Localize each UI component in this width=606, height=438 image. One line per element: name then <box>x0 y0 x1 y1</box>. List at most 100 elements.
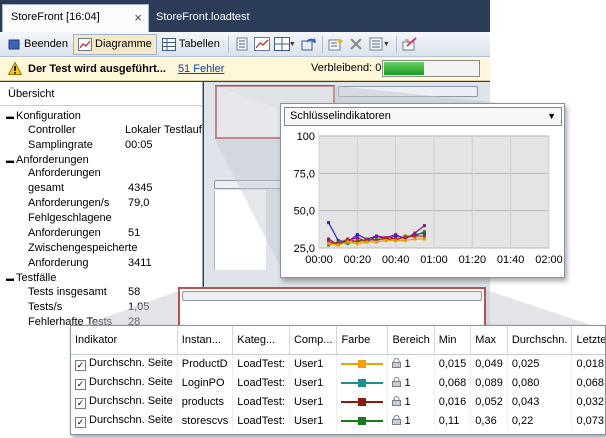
min-cell: 0,11 <box>434 411 472 430</box>
indicator-name: Durchschn. Seite <box>89 356 173 369</box>
avg-cell: 0,043 <box>507 392 573 411</box>
instance-cell: products <box>177 392 234 411</box>
instance-name: products <box>181 395 224 408</box>
category-name: LoadTest: <box>237 357 285 370</box>
table-row[interactable]: ✓ Durchschn. Seite products LoadTest: Use… <box>71 392 605 411</box>
category-name: LoadTest: <box>237 395 285 408</box>
range-cell: 1 <box>387 354 435 373</box>
last-cell: 0,068 <box>571 373 605 392</box>
last-value: 0,018 <box>576 357 604 370</box>
series-point <box>355 233 359 237</box>
column-header[interactable]: Min <box>434 326 472 355</box>
min-value: 0,068 <box>438 376 467 389</box>
indicator-cell: ✓ Durchschn. Seite <box>71 411 178 430</box>
series-point <box>375 240 378 244</box>
category-name: LoadTest: <box>237 414 285 427</box>
category-name: LoadTest: <box>237 376 285 389</box>
column-header[interactable]: Instan... <box>177 326 234 355</box>
category-cell: LoadTest: <box>232 373 290 392</box>
avg-value: 0,080 <box>511 376 540 389</box>
avg-cell: 0,080 <box>507 373 573 392</box>
color-cell <box>336 354 389 373</box>
instance-cell: LoginPO <box>177 373 234 392</box>
x-tick-label: 01:00 <box>420 254 448 266</box>
series-point <box>336 243 340 247</box>
graph-title: Schlüsselindikatoren <box>290 110 391 122</box>
series-point <box>327 221 331 225</box>
color-swatch[interactable] <box>341 359 384 369</box>
column-header[interactable]: Kateg... <box>232 326 290 355</box>
last-value: 0,032 <box>576 395 604 408</box>
table-row[interactable]: ✓ Durchschn. Seite storescvs LoadTest: Us… <box>71 411 605 430</box>
max-value: 0,36 <box>475 414 497 427</box>
chevron-down-icon[interactable]: ▼ <box>547 111 556 121</box>
min-value: 0,11 <box>438 414 460 427</box>
series-point <box>413 231 417 235</box>
series-point <box>375 234 378 238</box>
avg-value: 0,043 <box>511 395 540 408</box>
indicator-name: Durchschn. Seite <box>89 394 173 407</box>
x-tick-label: 01:40 <box>497 254 525 266</box>
color-swatch[interactable] <box>341 397 384 407</box>
column-header[interactable]: Letzte <box>571 326 605 355</box>
table-row[interactable]: ✓ Durchschn. Seite ProductD LoadTest: Use… <box>71 354 605 373</box>
color-swatch[interactable] <box>341 378 384 388</box>
min-cell: 0,015 <box>434 354 472 373</box>
series-point <box>365 237 369 241</box>
category-cell: LoadTest: <box>232 354 290 373</box>
max-cell: 0,052 <box>470 392 508 411</box>
table-row[interactable]: ✓ Durchschn. Seite LoginPO LoadTest: User… <box>71 373 605 392</box>
computer-cell: User1 <box>289 373 338 392</box>
series-point <box>355 236 359 240</box>
counters-table: Indikator Instan... Kateg... Comp... Far… <box>71 326 605 430</box>
show-checkbox[interactable]: ✓ <box>75 378 86 390</box>
show-checkbox[interactable]: ✓ <box>75 397 86 409</box>
series-point <box>413 234 417 238</box>
graph-selector[interactable]: Schlüsselindikatoren ▼ <box>284 107 562 126</box>
column-header[interactable]: Indikator <box>71 326 178 355</box>
max-cell: 0,36 <box>470 411 508 430</box>
x-tick-label: 01:20 <box>459 254 487 266</box>
series-point <box>422 237 426 241</box>
table-header-row: Indikator Instan... Kateg... Comp... Far… <box>71 326 605 355</box>
category-cell: LoadTest: <box>232 392 290 411</box>
max-cell: 0,089 <box>470 373 508 392</box>
last-value: 0,068 <box>576 376 604 389</box>
computer-cell: User1 <box>289 392 338 411</box>
show-checkbox[interactable]: ✓ <box>75 416 86 428</box>
column-header[interactable]: Durchschn. <box>507 326 573 355</box>
computer-cell: User1 <box>289 411 338 430</box>
range-value: 1 <box>404 395 411 408</box>
max-value: 0,089 <box>475 376 503 389</box>
y-tick-label: 75,0 <box>294 168 315 180</box>
color-swatch[interactable] <box>341 416 384 426</box>
column-header[interactable]: Comp... <box>289 326 338 355</box>
lock-icon[interactable] <box>392 376 402 387</box>
series-point <box>327 242 331 246</box>
avg-cell: 0,22 <box>507 411 573 430</box>
indicator-name: Durchschn. Seite <box>89 375 173 388</box>
series-point <box>365 240 369 244</box>
last-value: 0,073 <box>576 414 604 427</box>
column-header[interactable]: Bereich <box>387 326 435 355</box>
computer-name: User1 <box>293 357 324 370</box>
lock-icon[interactable] <box>392 414 402 425</box>
series-point <box>422 230 426 234</box>
range-value: 1 <box>404 357 411 370</box>
series-point <box>394 239 398 243</box>
lock-icon[interactable] <box>392 395 402 406</box>
show-checkbox[interactable]: ✓ <box>75 359 86 371</box>
color-cell <box>336 392 389 411</box>
instance-cell: ProductD <box>177 354 234 373</box>
range-cell: 1 <box>387 392 435 411</box>
computer-name: User1 <box>293 395 324 408</box>
range-cell: 1 <box>387 373 435 392</box>
range-value: 1 <box>404 376 411 389</box>
series-point <box>422 234 426 238</box>
column-header[interactable]: Farbe <box>336 326 389 355</box>
y-tick-label: 50,0 <box>294 206 315 218</box>
min-cell: 0,016 <box>434 392 472 411</box>
avg-cell: 0,025 <box>507 354 573 373</box>
lock-icon[interactable] <box>392 357 402 368</box>
column-header[interactable]: Max <box>470 326 508 355</box>
